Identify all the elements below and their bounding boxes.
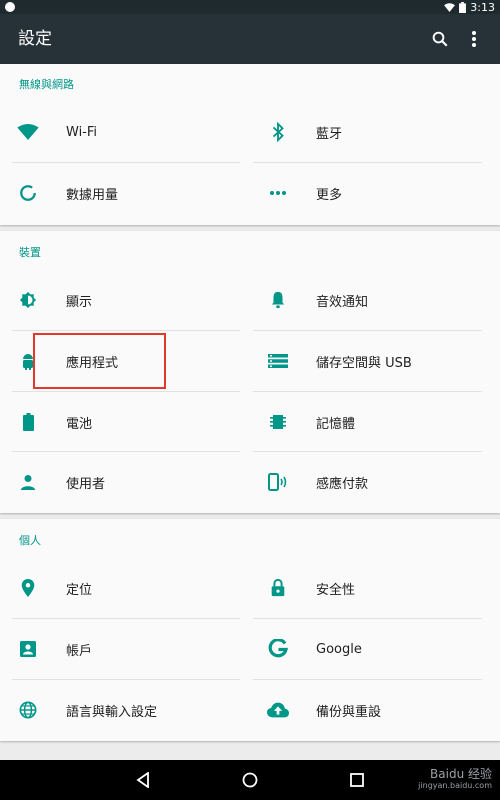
back-triangle-icon bbox=[136, 772, 149, 788]
section-device: 裝置 顯示 音效通知 應用程式 儲存空間與 USB 電池 記憶體 使用者 感應付… bbox=[0, 231, 500, 513]
setting-label: 定位 bbox=[66, 582, 93, 598]
memory-icon bbox=[258, 392, 298, 452]
app-bar: 設定 bbox=[0, 14, 500, 64]
bluetooth-icon bbox=[258, 102, 298, 162]
location-pin-icon bbox=[8, 558, 48, 618]
setting-label: Wi-Fi bbox=[66, 124, 98, 140]
setting-label: 藍牙 bbox=[316, 126, 343, 142]
google-icon bbox=[258, 619, 298, 679]
section-header: 個人 bbox=[19, 534, 41, 547]
account-box-icon bbox=[8, 619, 48, 679]
setting-location[interactable]: 定位 bbox=[0, 558, 250, 618]
nfc-phone-icon bbox=[258, 452, 298, 512]
setting-memory[interactable]: 記憶體 bbox=[250, 392, 500, 452]
section-header: 無線與網路 bbox=[19, 78, 74, 91]
setting-label: 帳戶 bbox=[66, 643, 93, 659]
setting-label: Google bbox=[316, 641, 362, 657]
more-options-button[interactable] bbox=[462, 27, 486, 51]
battery-icon bbox=[8, 392, 48, 452]
setting-security[interactable]: 安全性 bbox=[250, 558, 500, 618]
wifi-icon bbox=[8, 102, 48, 162]
setting-bluetooth[interactable]: 藍牙 bbox=[250, 102, 500, 162]
globe-icon bbox=[8, 680, 48, 740]
battery-status-icon bbox=[459, 1, 467, 13]
wifi-status-icon bbox=[444, 2, 456, 12]
recents-square-icon bbox=[350, 773, 364, 787]
setting-sound[interactable]: 音效通知 bbox=[250, 270, 500, 330]
setting-label: 語言與輸入設定 bbox=[66, 704, 158, 720]
setting-battery[interactable]: 電池 bbox=[0, 392, 250, 452]
setting-label: 顯示 bbox=[66, 294, 93, 310]
setting-label: 音效通知 bbox=[316, 294, 369, 310]
notification-dot-icon bbox=[5, 2, 15, 12]
setting-label: 應用程式 bbox=[66, 355, 119, 371]
watermark: Baidu 经验 jingyan.baidu.com bbox=[418, 768, 492, 792]
search-button[interactable] bbox=[428, 27, 452, 51]
setting-label: 電池 bbox=[66, 416, 93, 432]
back-button[interactable] bbox=[131, 768, 155, 792]
setting-label: 更多 bbox=[316, 187, 343, 203]
setting-wifi[interactable]: Wi-Fi bbox=[0, 102, 250, 162]
setting-more[interactable]: 更多 bbox=[250, 163, 500, 223]
setting-storage[interactable]: 儲存空間與 USB bbox=[250, 331, 500, 391]
setting-language[interactable]: 語言與輸入設定 bbox=[0, 680, 250, 740]
watermark-main: Baidu 经验 bbox=[430, 767, 492, 781]
android-icon bbox=[8, 331, 48, 391]
search-icon bbox=[432, 31, 448, 47]
more-horiz-icon bbox=[258, 163, 298, 223]
cloud-upload-icon bbox=[258, 680, 298, 740]
home-button[interactable] bbox=[238, 768, 262, 792]
recents-button[interactable] bbox=[345, 768, 369, 792]
setting-label: 數據用量 bbox=[66, 187, 119, 203]
status-time: 3:13 bbox=[470, 0, 495, 14]
setting-label: 感應付款 bbox=[316, 476, 369, 492]
setting-label: 使用者 bbox=[66, 476, 106, 492]
person-icon bbox=[8, 452, 48, 512]
setting-google[interactable]: Google bbox=[250, 619, 500, 679]
storage-icon bbox=[258, 331, 298, 391]
setting-users[interactable]: 使用者 bbox=[0, 452, 250, 512]
bell-icon bbox=[258, 270, 298, 330]
section-header: 裝置 bbox=[19, 246, 41, 259]
data-usage-icon bbox=[8, 163, 48, 223]
navigation-bar: Baidu 经验 jingyan.baidu.com bbox=[0, 760, 500, 800]
setting-tap-pay[interactable]: 感應付款 bbox=[250, 452, 500, 512]
status-bar: 3:13 bbox=[0, 0, 500, 14]
home-circle-icon bbox=[242, 772, 258, 788]
setting-backup[interactable]: 備份與重設 bbox=[250, 680, 500, 740]
setting-label: 備份與重設 bbox=[316, 704, 382, 720]
section-personal: 個人 定位 安全性 帳戶 Google 語言與輸入設定 備份與重設 bbox=[0, 519, 500, 741]
more-vert-icon bbox=[472, 31, 476, 47]
setting-label: 儲存空間與 USB bbox=[316, 355, 412, 371]
setting-data-usage[interactable]: 數據用量 bbox=[0, 163, 250, 223]
section-wireless: 無線與網路 Wi-Fi 藍牙 數據用量 更多 bbox=[0, 64, 500, 225]
setting-label: 安全性 bbox=[316, 582, 356, 598]
setting-accounts[interactable]: 帳戶 bbox=[0, 619, 250, 679]
setting-display[interactable]: 顯示 bbox=[0, 270, 250, 330]
setting-apps[interactable]: 應用程式 bbox=[0, 331, 250, 391]
page-title: 設定 bbox=[18, 29, 52, 49]
lock-icon bbox=[258, 558, 298, 618]
watermark-sub: jingyan.baidu.com bbox=[418, 781, 492, 790]
brightness-icon bbox=[8, 270, 48, 330]
setting-label: 記憶體 bbox=[316, 416, 356, 432]
